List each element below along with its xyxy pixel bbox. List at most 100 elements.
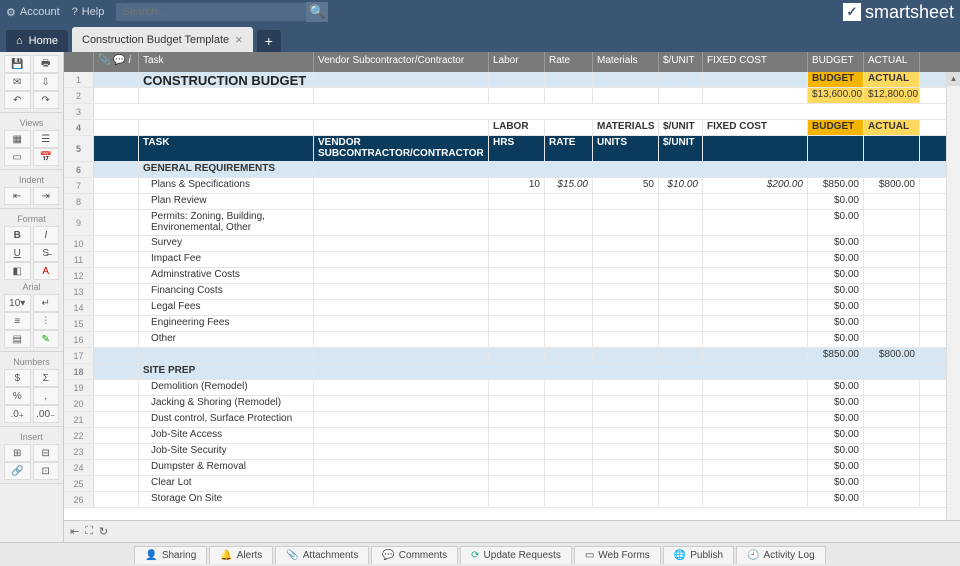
table-row[interactable]: 7 Plans & Specifications 10 $15.00 50 $1…	[64, 178, 960, 194]
section-general[interactable]: 6 GENERAL REQUIREMENTS	[64, 162, 960, 178]
grid-body[interactable]: 1 CONSTRUCTION BUDGET BUDGET ACTUAL 2 $1…	[64, 72, 960, 520]
font-label: Arial	[4, 280, 59, 294]
tab-sharing[interactable]: 👤Sharing	[134, 546, 207, 564]
table-row[interactable]: 8 Plan Review $0.00	[64, 194, 960, 210]
decimal-dec-button[interactable]: .00₋	[33, 405, 60, 423]
scroll-up-icon[interactable]: ▲	[947, 72, 960, 86]
col-materials[interactable]: Materials	[593, 52, 659, 72]
tab-add[interactable]: +	[257, 30, 281, 52]
valign-button[interactable]: ⫶	[33, 312, 60, 330]
undo-button[interactable]: ↶	[4, 91, 31, 109]
export-button[interactable]: ⇩	[33, 73, 60, 91]
vertical-scrollbar[interactable]: ▲	[946, 72, 960, 520]
search-button[interactable]: 🔍	[306, 2, 328, 22]
italic-button[interactable]: I	[33, 226, 60, 244]
tab-forms[interactable]: ▭Web Forms	[574, 546, 661, 564]
insert-row-button[interactable]: ⊞	[4, 444, 31, 462]
print-button[interactable]: 🖶	[33, 55, 60, 73]
tab-update[interactable]: ⟳Update Requests	[460, 546, 572, 564]
col-unit[interactable]: $/UNIT	[659, 52, 703, 72]
table-row[interactable]: 24 Dumpster & Removal $0.00	[64, 460, 960, 476]
col-task[interactable]: Task	[139, 52, 314, 72]
rownum-header[interactable]	[64, 52, 94, 72]
highlight-button[interactable]: ✎	[33, 330, 60, 348]
refresh-icon[interactable]: ↻	[99, 525, 108, 538]
col-rate[interactable]: Rate	[545, 52, 593, 72]
table-row[interactable]: 15 Engineering Fees $0.00	[64, 316, 960, 332]
table-row[interactable]: 25 Clear Lot $0.00	[64, 476, 960, 492]
thousands-button[interactable]: ,	[33, 387, 60, 405]
fill-color-button[interactable]: ◧	[4, 262, 31, 280]
table-row[interactable]: 11 Impact Fee $0.00	[64, 252, 960, 268]
text-color-button[interactable]: A	[33, 262, 60, 280]
sum-button[interactable]: Σ	[33, 369, 60, 387]
underline-button[interactable]: U	[4, 244, 31, 262]
font-size-button[interactable]: 10▾	[4, 294, 31, 312]
outdent-button[interactable]: ⇤	[4, 187, 31, 205]
gen-subtotal[interactable]: 17 $850.00 $800.00	[64, 348, 960, 364]
table-row[interactable]: 21 Dust control, Surface Protection $0.0…	[64, 412, 960, 428]
table-row[interactable]: 16 Other $0.00	[64, 332, 960, 348]
col-vendor[interactable]: Vendor Subcontractor/Contractor	[314, 52, 489, 72]
subheader-row[interactable]: 5 TASK VENDOR SUBCONTRACTOR/CONTRACTOR H…	[64, 136, 960, 162]
percent-button[interactable]: %	[4, 387, 31, 405]
tab-log[interactable]: 🕘Activity Log	[736, 546, 826, 564]
table-row[interactable]: 23 Job-Site Security $0.00	[64, 444, 960, 460]
insert-image-button[interactable]: ⊡	[33, 462, 60, 480]
decimal-inc-button[interactable]: .0₊	[4, 405, 31, 423]
attachments-col[interactable]: 📎 💬 i	[94, 52, 139, 72]
col-actual[interactable]: ACTUAL	[864, 52, 920, 72]
strike-button[interactable]: S̶	[33, 244, 60, 262]
tab-alerts[interactable]: 🔔Alerts	[209, 546, 273, 564]
table-row[interactable]: 14 Legal Fees $0.00	[64, 300, 960, 316]
blank-row[interactable]: 3	[64, 104, 960, 120]
align-button[interactable]: ≡	[4, 312, 31, 330]
email-button[interactable]: ✉	[4, 73, 31, 91]
bold-button[interactable]: B	[4, 226, 31, 244]
help-menu[interactable]: ?Help	[72, 6, 105, 18]
tab-attachments[interactable]: 📎Attachments	[275, 546, 369, 564]
redo-button[interactable]: ↷	[33, 91, 60, 109]
table-row[interactable]: 9 Permits: Zoning, Building, Environemen…	[64, 210, 960, 236]
plus-icon: +	[265, 34, 273, 48]
conditional-format-button[interactable]: ▤	[4, 330, 31, 348]
save-button[interactable]: 💾	[4, 55, 31, 73]
subheader-upper[interactable]: 4 LABOR MATERIALS $/UNIT FIXED COST BUDG…	[64, 120, 960, 136]
collapse-icon[interactable]: ⇤	[70, 525, 79, 538]
account-menu[interactable]: ⚙Account	[6, 6, 60, 19]
totals-row[interactable]: 2 $13,600.00 $12,800.00	[64, 88, 960, 104]
left-toolbar: 💾 🖶 ✉ ⇩ ↶ ↷ Views ▦☰ ▭📅 Indent ⇤⇥ Format…	[0, 52, 64, 542]
calendar-view-button[interactable]: 📅	[33, 148, 60, 166]
close-icon[interactable]: ×	[235, 32, 243, 47]
tab-home[interactable]: ⌂Home	[6, 30, 68, 52]
grid-view-button[interactable]: ▦	[4, 130, 31, 148]
title-row[interactable]: 1 CONSTRUCTION BUDGET BUDGET ACTUAL	[64, 72, 960, 88]
col-labor[interactable]: Labor	[489, 52, 545, 72]
col-budget[interactable]: BUDGET	[808, 52, 864, 72]
table-row[interactable]: 20 Jacking & Shoring (Remodel) $0.00	[64, 396, 960, 412]
brand-logo: ✓ smartsheet	[843, 2, 954, 23]
col-fixed[interactable]: FIXED COST	[703, 52, 808, 72]
tab-strip: ⌂Home Construction Budget Template× +	[0, 24, 960, 52]
search-input[interactable]	[116, 3, 306, 21]
table-row[interactable]: 13 Financing Costs $0.00	[64, 284, 960, 300]
section-site[interactable]: 18 SITE PREP	[64, 364, 960, 380]
card-view-button[interactable]: ▭	[4, 148, 31, 166]
table-row[interactable]: 12 Adminstrative Costs $0.00	[64, 268, 960, 284]
expand-icon[interactable]: ⛶	[85, 525, 93, 538]
gantt-view-button[interactable]: ☰	[33, 130, 60, 148]
tab-comments[interactable]: 💬Comments	[371, 546, 458, 564]
tab-publish[interactable]: 🌐Publish	[663, 546, 734, 564]
wrap-button[interactable]: ↵	[33, 294, 60, 312]
table-row[interactable]: 19 Demolition (Remodel) $0.00	[64, 380, 960, 396]
tab-sheet[interactable]: Construction Budget Template×	[72, 27, 253, 52]
insert-col-button[interactable]: ⊟	[33, 444, 60, 462]
currency-button[interactable]: $	[4, 369, 31, 387]
help-icon: ?	[72, 6, 78, 18]
insert-link-button[interactable]: 🔗	[4, 462, 31, 480]
numbers-label: Numbers	[4, 355, 59, 369]
table-row[interactable]: 26 Storage On Site $0.00	[64, 492, 960, 508]
table-row[interactable]: 22 Job-Site Access $0.00	[64, 428, 960, 444]
indent-button[interactable]: ⇥	[33, 187, 60, 205]
table-row[interactable]: 10 Survey $0.00	[64, 236, 960, 252]
